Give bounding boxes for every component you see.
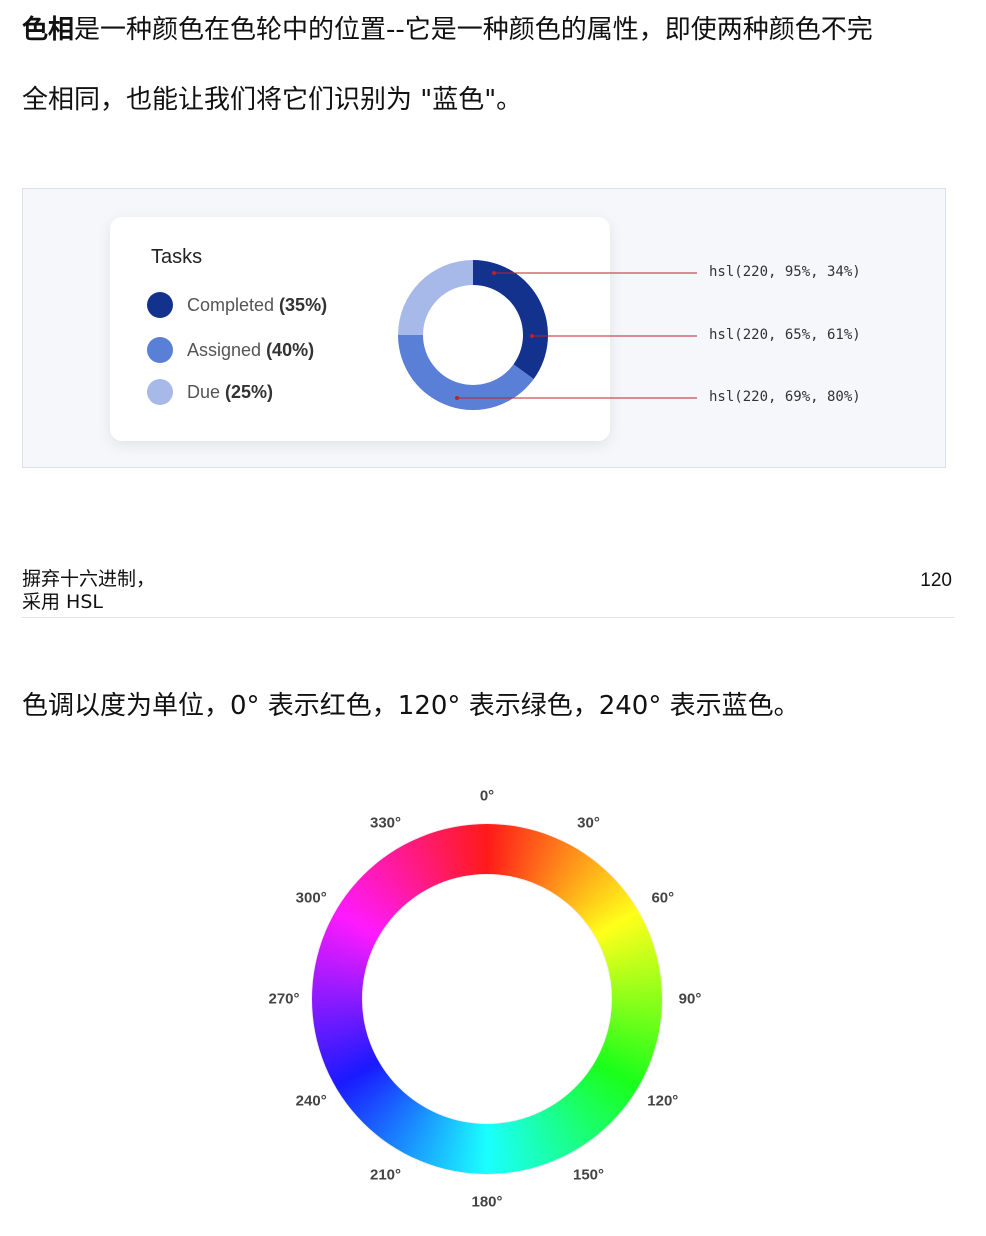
donut-slice-completed: [473, 260, 548, 380]
hue-label-270: 270°: [268, 990, 300, 1008]
hue-label-30: 30°: [577, 814, 600, 832]
tasks-figure: Tasks Completed (35%) Assigned (40%) Due…: [22, 188, 946, 468]
annotation-dot-assigned: [530, 334, 534, 338]
intro-line-1-text: 是一种颜色在色轮中的位置--它是一种颜色的属性，即使两种颜色不完: [74, 15, 873, 45]
hue-wheel-figure: 0° 30° 60° 90° 120° 150° 180° 210° 240° 270° 300° 3…: [262, 782, 712, 1222]
donut-slice-assigned: [398, 335, 534, 410]
hue-label-240: 240°: [295, 1092, 327, 1109]
hue-description: 色调以度为单位，0° 表示红色，120° 表示绿色，240° 表示蓝色。: [22, 691, 800, 721]
hue-label-0: 0°: [479, 787, 495, 805]
hsl-label-due: hsl(220, 69%, 80%): [709, 389, 861, 405]
intro-line-1: 色相是一种颜色在色轮中的位置--它是一种颜色的属性，即使两种颜色不完: [22, 12, 962, 48]
hue-label-150: 150°: [572, 1166, 605, 1184]
hue-label-210: 210°: [369, 1166, 402, 1184]
donut-slice-due: [398, 260, 473, 335]
footer-divider: [22, 617, 954, 618]
hue-label-300: 300°: [295, 889, 327, 906]
annotation-dot-completed: [492, 271, 496, 275]
page-number: 120: [920, 570, 952, 591]
hue-wheel-center: [362, 874, 612, 1124]
hue-label-180: 180°: [471, 1193, 503, 1211]
hsl-label-completed: hsl(220, 95%, 34%): [709, 264, 861, 280]
hue-label-60: 60°: [651, 889, 675, 906]
chapter-title-line-1: 摒弃十六进制，: [22, 568, 156, 590]
hsl-label-assigned: hsl(220, 65%, 61%): [709, 327, 861, 343]
hue-color-wheel: [312, 824, 662, 1174]
chapter-title: 摒弃十六进制， 采用 HSL: [22, 568, 155, 614]
chapter-title-line-2: 采用 HSL: [22, 591, 103, 613]
intro-line-2: 全相同，也能让我们将它们识别为 "蓝色"。: [22, 85, 523, 115]
hue-label-330: 330°: [369, 814, 402, 832]
term-hue: 色相: [22, 15, 75, 45]
annotation-dot-due: [455, 396, 459, 400]
hue-label-120: 120°: [647, 1092, 679, 1109]
hue-label-90: 90°: [678, 990, 702, 1008]
